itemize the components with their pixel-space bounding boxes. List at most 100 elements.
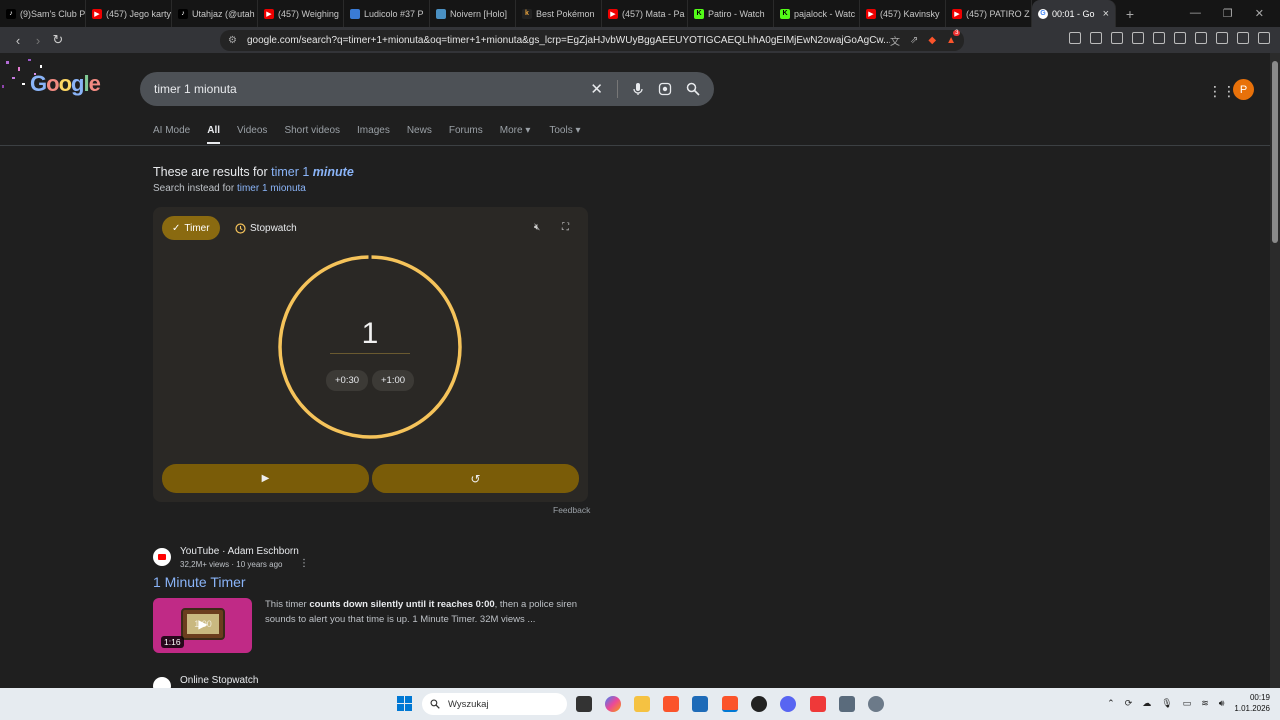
taskbar-search[interactable]: Wyszukaj	[422, 693, 567, 715]
task-view-icon[interactable]	[576, 696, 592, 712]
browser-tab[interactable]: ▶ (457) Mata - Pa	[602, 0, 688, 27]
tab-timer[interactable]: ✓ Timer	[162, 216, 220, 240]
new-tab-button[interactable]: +	[1116, 6, 1144, 22]
settings-icon[interactable]	[868, 696, 884, 712]
close-tab-icon[interactable]: ×	[1103, 8, 1109, 20]
browser-tab-active[interactable]: G 00:01 - Go ×	[1032, 0, 1116, 27]
tab-forums[interactable]: Forums	[449, 125, 483, 136]
cloud-icon[interactable]: ☁	[1142, 698, 1151, 709]
clear-icon[interactable]: ✕	[590, 80, 603, 98]
leo-ai-icon[interactable]	[1216, 32, 1228, 44]
browser-tab[interactable]: Ludicolo #37 P	[344, 0, 430, 27]
brave-shield-icon[interactable]: ◆	[928, 35, 936, 46]
microphone-icon[interactable]: 🎙︎	[1161, 698, 1172, 709]
mute-icon[interactable]: 🔇︎	[534, 222, 540, 233]
url-text[interactable]: google.com/search?q=timer+1+mionuta&oq=t…	[247, 35, 890, 46]
video-thumbnail[interactable]: ▶ 1:00 1:16	[153, 598, 252, 653]
brave-rewards-icon[interactable]: ▲ 3	[946, 30, 961, 46]
tab-more[interactable]: More ▾	[500, 125, 531, 136]
start-button[interactable]: ▶	[162, 464, 369, 493]
browser-tab[interactable]: K Patiro - Watch	[688, 0, 774, 27]
browser-tab[interactable]: ♪ (9)Sam's Club P	[0, 0, 86, 27]
tab-all[interactable]: All	[207, 125, 220, 144]
tab-news[interactable]: News	[407, 125, 432, 136]
address-bar[interactable]: ⚙ google.com/search?q=timer+1+mionuta&oq…	[220, 30, 964, 51]
add-1-minute-button[interactable]: +1:00	[372, 370, 415, 391]
browser-tab[interactable]: ♪ Utahjaz (@utah	[172, 0, 258, 27]
obs-icon[interactable]	[751, 696, 767, 712]
brave-icon[interactable]	[663, 696, 679, 712]
close-window-icon[interactable]: ✕	[1255, 7, 1264, 20]
original-query-link[interactable]: timer 1 mionuta	[237, 183, 306, 194]
extension-icon[interactable]	[1069, 32, 1081, 44]
browser-tab[interactable]: Noivern [Holo]	[430, 0, 516, 27]
extensions-area	[1069, 32, 1270, 44]
extension-icon[interactable]	[1111, 32, 1123, 44]
translate-icon[interactable]: 文	[890, 33, 900, 48]
bookmarks-icon[interactable]	[1174, 32, 1186, 44]
browser-tab[interactable]: ▶ (457) Weighing	[258, 0, 344, 27]
maximize-icon[interactable]: ❐	[1223, 7, 1233, 20]
share-icon[interactable]: ⇗	[910, 35, 918, 46]
file-explorer-icon[interactable]	[634, 696, 650, 712]
add-30-seconds-button[interactable]: +0:30	[326, 370, 369, 391]
minimize-icon[interactable]: —	[1190, 7, 1201, 20]
puzzle-icon[interactable]	[1090, 32, 1102, 44]
tab-images[interactable]: Images	[357, 125, 390, 136]
wallet-icon[interactable]	[1195, 32, 1207, 44]
vivaldi-icon[interactable]	[810, 696, 826, 712]
chevron-up-icon[interactable]: ⌃	[1107, 698, 1115, 709]
browser-tab[interactable]: ▶ (457) Kavinsky	[860, 0, 946, 27]
store-icon[interactable]	[692, 696, 708, 712]
fullscreen-icon[interactable]: ⛶	[562, 222, 569, 233]
microphone-icon[interactable]	[632, 82, 644, 96]
rewards-badge: 3	[953, 30, 961, 36]
youtube-icon: ▶	[608, 8, 618, 19]
tab-ai-mode[interactable]: AI Mode	[153, 125, 190, 136]
clock[interactable]: 00:19 1.01.2026	[1234, 692, 1270, 714]
browser-tab[interactable]: k Best Pokémon	[516, 0, 602, 27]
avatar[interactable]: P	[1233, 79, 1254, 100]
site-favicon	[153, 677, 171, 688]
browser-tab[interactable]: ▶ (457) Jego karty	[86, 0, 172, 27]
calculator-icon[interactable]	[839, 696, 855, 712]
search-icon[interactable]	[686, 82, 700, 96]
wifi-icon[interactable]: ≋	[1201, 698, 1209, 709]
brave-active-icon[interactable]	[722, 696, 738, 712]
tab-videos[interactable]: Videos	[237, 125, 267, 136]
windows-start-icon[interactable]	[397, 696, 412, 711]
result-source[interactable]: Online Stopwatch	[180, 675, 258, 686]
search-box[interactable]: timer 1 mionuta ✕	[140, 72, 714, 106]
more-options-icon[interactable]: ⋮	[299, 558, 309, 569]
tab-short-videos[interactable]: Short videos	[284, 125, 340, 136]
reload-icon[interactable]: ↻	[48, 32, 68, 48]
feedback-link[interactable]: Feedback	[553, 505, 590, 515]
browser-tab[interactable]: ▶ (457) PATIRO Z	[946, 0, 1032, 27]
scrollbar[interactable]	[1270, 53, 1280, 688]
copilot-icon[interactable]	[605, 696, 621, 712]
music-icon[interactable]	[1132, 32, 1144, 44]
tools-button[interactable]: Tools ▾	[549, 125, 580, 136]
result-source[interactable]: YouTube · Adam Eschborn	[180, 546, 299, 557]
monitor-icon[interactable]: ▭	[1183, 698, 1192, 709]
search-input[interactable]: timer 1 mionuta	[154, 82, 590, 96]
forward-icon[interactable]: ›	[28, 33, 48, 48]
sync-icon[interactable]: ⟳	[1125, 698, 1133, 709]
volume-icon[interactable]: 🔊︎	[1219, 698, 1225, 709]
google-logo[interactable]: Google	[30, 71, 101, 97]
tab-stopwatch[interactable]: Stopwatch	[229, 216, 303, 240]
chevron-down-icon: ▾	[525, 125, 531, 136]
timer-display[interactable]: 1	[331, 317, 409, 351]
corrected-query-link[interactable]: timer 1 minute	[271, 165, 354, 179]
discord-icon[interactable]	[780, 696, 796, 712]
site-info-icon[interactable]: ⚙	[228, 35, 237, 46]
vpn-icon[interactable]	[1237, 32, 1249, 44]
scrollbar-thumb[interactable]	[1272, 61, 1278, 243]
browser-tab[interactable]: Kpajalock - Watc	[774, 0, 860, 27]
menu-icon[interactable]	[1258, 32, 1270, 44]
sidebar-icon[interactable]	[1153, 32, 1165, 44]
back-icon[interactable]: ‹	[8, 33, 28, 48]
result-title-link[interactable]: 1 Minute Timer	[153, 574, 246, 590]
reset-button[interactable]: ↺	[372, 464, 579, 493]
lens-icon[interactable]	[658, 82, 672, 96]
